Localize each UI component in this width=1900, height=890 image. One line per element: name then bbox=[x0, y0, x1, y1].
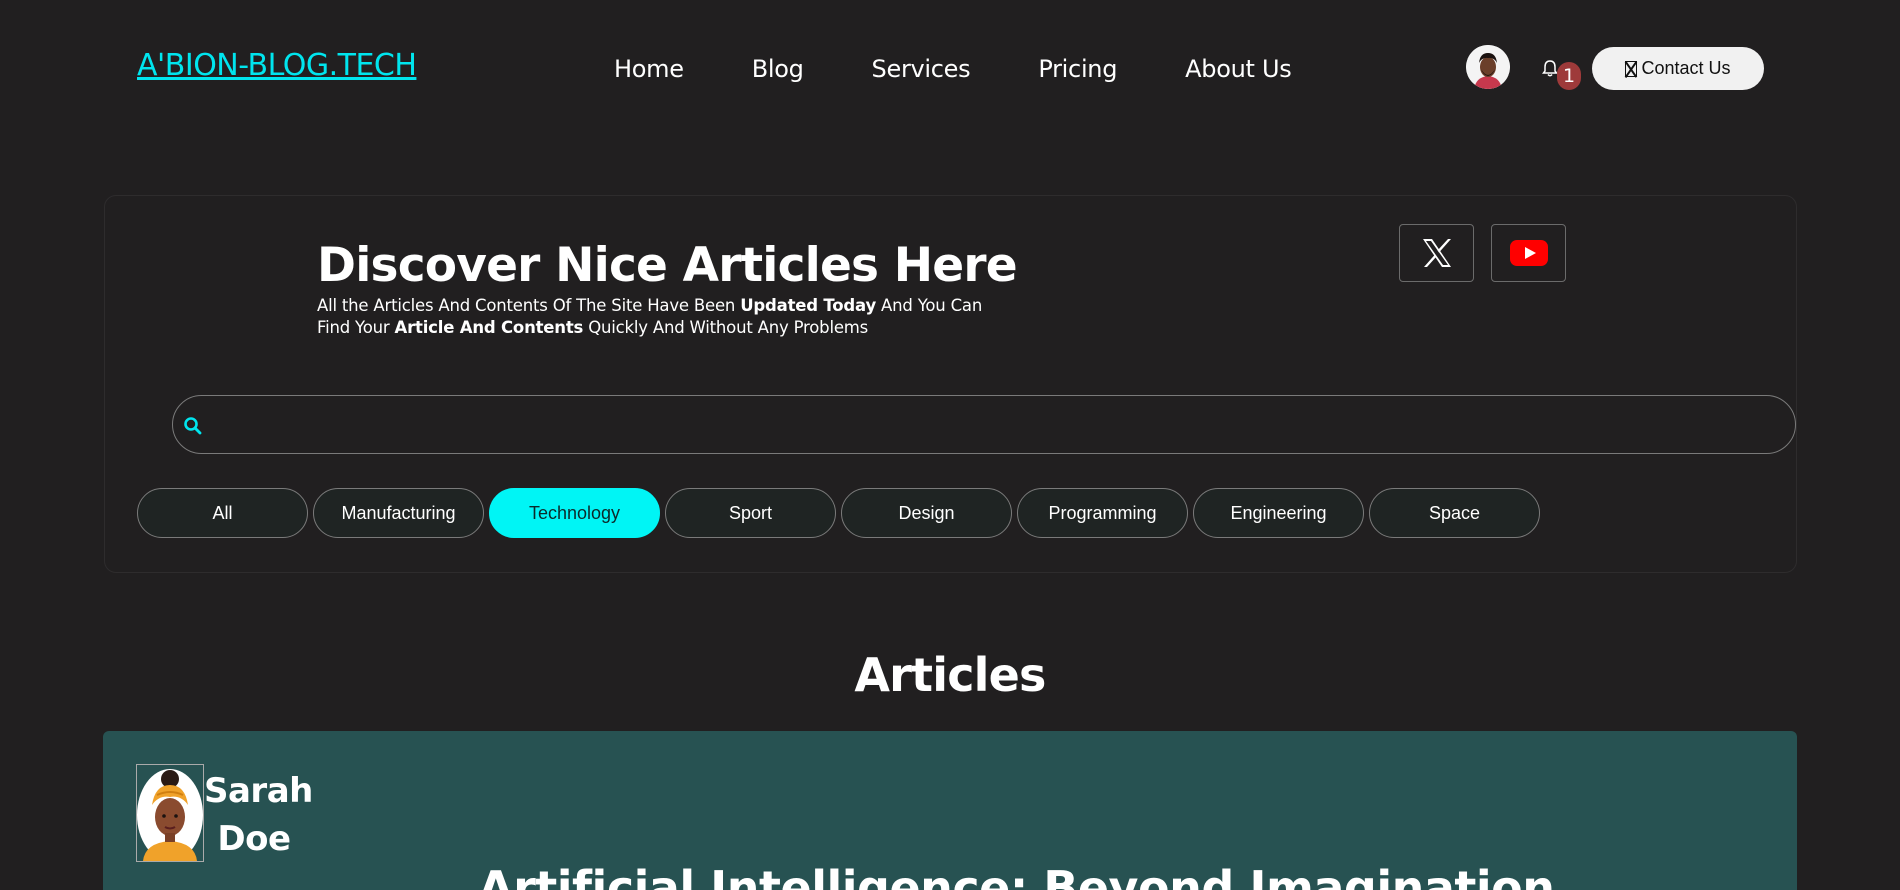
main-nav: Home Blog Services Pricing About Us bbox=[614, 55, 1292, 83]
nav-blog[interactable]: Blog bbox=[752, 55, 804, 83]
envelope-icon bbox=[1625, 60, 1638, 77]
nav-services[interactable]: Services bbox=[872, 55, 971, 83]
site-logo-link[interactable]: A'BION-BLOG.TECH bbox=[137, 48, 417, 83]
category-all[interactable]: All bbox=[137, 488, 308, 538]
author-avatar-image bbox=[137, 769, 203, 861]
notification-badge: 1 bbox=[1557, 62, 1581, 90]
author-name: Sarah Doe bbox=[204, 771, 313, 859]
author-avatar bbox=[136, 764, 204, 862]
category-design[interactable]: Design bbox=[841, 488, 1012, 538]
category-programming[interactable]: Programming bbox=[1017, 488, 1188, 538]
hero-title: Discover Nice Articles Here bbox=[317, 238, 1018, 293]
youtube-icon bbox=[1509, 240, 1548, 266]
contact-us-label: Contact Us bbox=[1641, 58, 1731, 78]
category-engineering[interactable]: Engineering bbox=[1193, 488, 1364, 538]
user-avatar[interactable] bbox=[1466, 45, 1510, 89]
contact-us-button[interactable]: Contact Us bbox=[1592, 47, 1764, 90]
category-filters: All Manufacturing Technology Sport Desig… bbox=[137, 488, 1540, 538]
article-card[interactable]: Sarah Doe Artificial Intelligence: Beyon… bbox=[103, 731, 1797, 890]
article-title[interactable]: Artificial Intelligence: Beyond Imaginat… bbox=[478, 861, 1578, 890]
nav-about-us[interactable]: About Us bbox=[1185, 55, 1292, 83]
category-technology[interactable]: Technology bbox=[489, 488, 660, 538]
nav-pricing[interactable]: Pricing bbox=[1038, 55, 1117, 83]
search-bar bbox=[172, 395, 1796, 454]
youtube-social-button[interactable] bbox=[1491, 224, 1566, 282]
x-icon bbox=[1422, 239, 1451, 267]
hero-description: All the Articles And Contents Of The Sit… bbox=[317, 296, 983, 337]
search-input[interactable] bbox=[217, 396, 1777, 453]
x-social-button[interactable] bbox=[1399, 224, 1474, 282]
search-icon bbox=[184, 417, 202, 435]
category-sport[interactable]: Sport bbox=[665, 488, 836, 538]
articles-heading: Articles bbox=[854, 648, 1046, 702]
category-space[interactable]: Space bbox=[1369, 488, 1540, 538]
category-manufacturing[interactable]: Manufacturing bbox=[313, 488, 484, 538]
nav-home[interactable]: Home bbox=[614, 55, 684, 83]
user-avatar-image bbox=[1466, 45, 1510, 89]
